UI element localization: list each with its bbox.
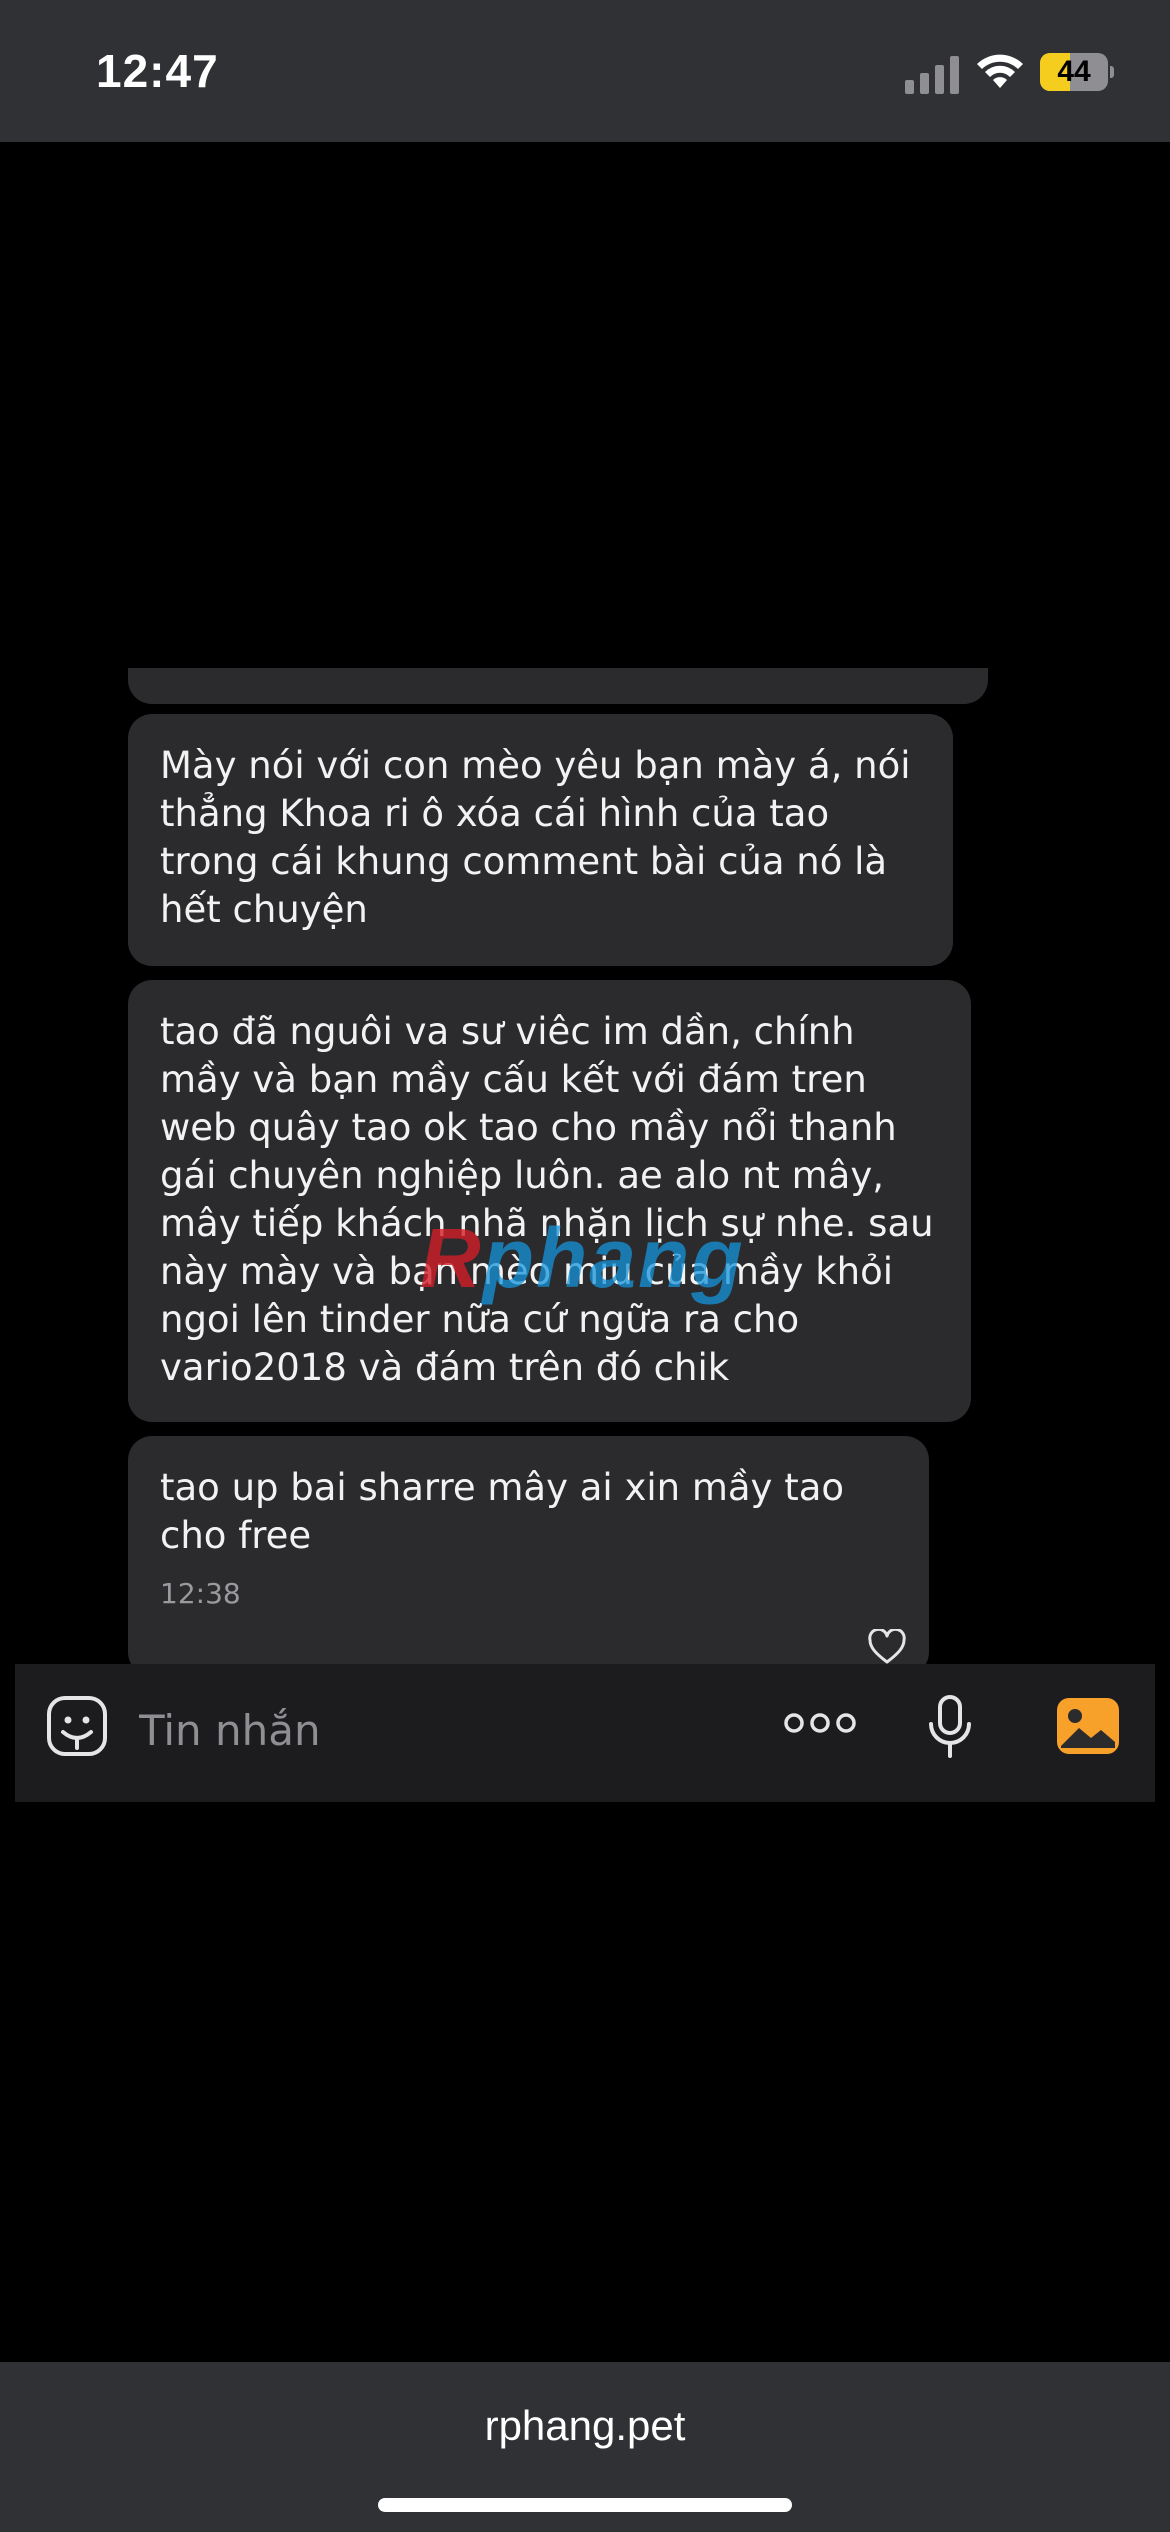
cellular-signal-icon: [905, 56, 959, 94]
sticker-icon[interactable]: [45, 1694, 109, 1758]
browser-url-bar[interactable]: rphang.pet: [0, 2362, 1170, 2532]
url-text[interactable]: rphang.pet: [0, 2402, 1170, 2450]
message-text: Mày nói với con mèo yêu bạn mày á, nói t…: [160, 744, 911, 931]
message-timestamp: 12:38: [160, 1577, 241, 1610]
message-bubble[interactable]: Mày nói với con mèo yêu bạn mày á, nói t…: [128, 714, 953, 966]
microphone-icon[interactable]: [925, 1694, 975, 1760]
wifi-icon: [977, 54, 1023, 88]
message-bubble[interactable]: tao up bai sharre mây ai xin mầy tao cho…: [128, 1436, 929, 1676]
chat-area[interactable]: Mày nói với con mèo yêu bạn mày á, nói t…: [0, 142, 1170, 2362]
message-bubble[interactable]: tao đã nguôi va sư viêc im dần, chính mầ…: [128, 980, 971, 1422]
more-options-icon[interactable]: [783, 1708, 857, 1738]
home-indicator[interactable]: [378, 2498, 792, 2512]
message-input[interactable]: [139, 1698, 639, 1762]
heart-icon: [868, 1629, 906, 1664]
watermark-logo: Rphang: [420, 1211, 745, 1305]
previous-message-bubble[interactable]: [128, 668, 988, 704]
gallery-icon[interactable]: [1055, 1696, 1121, 1756]
message-text: tao đã nguôi va sư viêc im dần, chính mầ…: [160, 1010, 934, 1389]
battery-level: 44: [1057, 55, 1091, 88]
message-composer: [15, 1664, 1155, 1802]
battery-icon: 44: [1040, 53, 1114, 91]
status-time: 12:47: [96, 45, 219, 97]
message-text: tao up bai sharre mây ai xin mầy tao cho…: [160, 1466, 845, 1557]
status-bar: 12:47 44: [0, 0, 1170, 142]
